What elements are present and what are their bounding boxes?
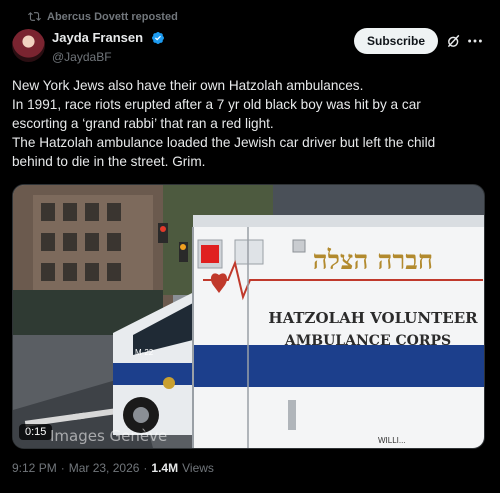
video-player[interactable]: חברה הצלה HATZOLAH VOLUNTEER AMBULANCE C… (12, 184, 485, 449)
author-block[interactable]: Jayda Fransen @JaydaBF (52, 29, 165, 64)
tweet-line: New York Jews also have their own Hatzol… (12, 78, 364, 93)
meta-separator: · (60, 461, 65, 475)
video-frame: חברה הצלה HATZOLAH VOLUNTEER AMBULANCE C… (13, 185, 484, 448)
ambulance-code: M-22 (135, 348, 154, 357)
ambulance-side-text: WILLI... (378, 436, 406, 445)
subscribe-button[interactable]: Subscribe (354, 28, 438, 54)
tweet-line: The Hatzolah ambulance loaded the Jewish… (12, 135, 436, 150)
post-date[interactable]: Mar 23, 2026 (69, 461, 140, 475)
repost-icon (28, 12, 41, 21)
views-count[interactable]: 1.4M (151, 461, 178, 475)
repost-indicator[interactable]: Abercus Dovett reposted (28, 10, 178, 23)
avatar[interactable] (12, 29, 45, 62)
views-label: Views (182, 461, 214, 475)
ambulance-hebrew-text: חברה הצלה (313, 246, 433, 276)
ambulance-line2: AMBULANCE CORPS (284, 333, 451, 349)
post-time[interactable]: 9:12 PM (12, 461, 57, 475)
repost-text: Abercus Dovett reposted (47, 10, 178, 23)
grok-icon[interactable] (446, 33, 462, 49)
meta-separator: · (143, 461, 148, 475)
ambulance-line1: HATZOLAH VOLUNTEER (268, 309, 478, 327)
tweet-line: behind to die in the street. Grim. (12, 154, 206, 169)
video-timer: 0:15 (19, 424, 53, 440)
tweet-line: In 1991, race riots erupted after a 7 yr… (12, 97, 421, 112)
tweet-text: New York Jews also have their own Hatzol… (12, 76, 488, 171)
more-options-icon[interactable] (466, 33, 484, 49)
tweet-line: escorting a ‘grand rabbi’ that ran a red… (12, 116, 274, 131)
video-watermark: Images Genève (50, 427, 168, 445)
post-meta: 9:12 PM · Mar 23, 2026 · 1.4M Views (12, 461, 214, 475)
verified-badge-icon (151, 31, 164, 44)
author-handle[interactable]: @JaydaBF (52, 50, 165, 64)
author-display-name[interactable]: Jayda Fransen (52, 30, 143, 45)
